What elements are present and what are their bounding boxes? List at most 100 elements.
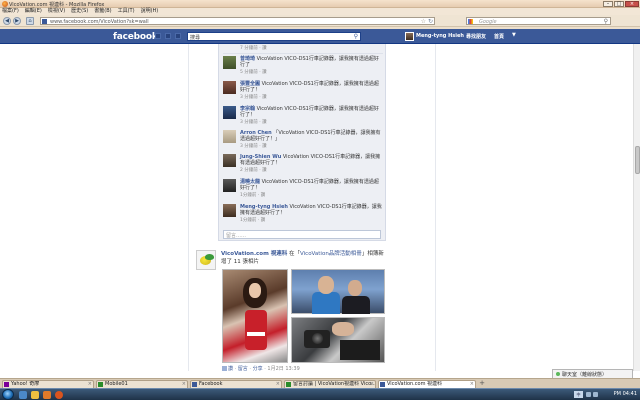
comment-meta: 7 分鐘前 · 讚 xyxy=(240,46,267,51)
tab-mobile01[interactable]: Mobile01 × xyxy=(96,380,188,388)
tab-close-icon[interactable]: × xyxy=(88,381,92,388)
chat-label: 聊天室（離線狀態） xyxy=(562,372,608,378)
new-tab-button[interactable]: + xyxy=(478,380,486,388)
comment-text: Arron Chen 「VicoVation VICO-DS1行車記錄器，讓我擁… xyxy=(240,130,381,142)
tab-label: VicoVation.com 視連科 xyxy=(387,381,443,387)
comment-text: 張豐全圓 VicoVation VICO-DS1行車記錄器，讓我擁有透過超好行了… xyxy=(240,81,379,93)
reload-icon[interactable]: ↻ xyxy=(428,18,433,25)
close-button[interactable]: × xyxy=(625,1,639,7)
account-menu-icon[interactable]: ▼ xyxy=(512,32,516,38)
photo-detail xyxy=(332,322,354,336)
commenter-avatar[interactable] xyxy=(223,204,236,217)
system-tray: 中 PM 04:41 xyxy=(572,389,640,400)
ie-icon[interactable] xyxy=(19,391,27,399)
mobile01-icon xyxy=(98,382,103,387)
avatar[interactable] xyxy=(405,32,414,41)
menu-bookmarks[interactable]: 書籤(B) xyxy=(94,8,111,15)
page-name-link[interactable]: VicoVation.com 視連科 xyxy=(221,251,287,257)
page-avatar[interactable] xyxy=(196,250,216,270)
taskbar: 中 PM 04:41 xyxy=(0,388,640,400)
chat-bar[interactable]: 聊天室（離線狀態） xyxy=(552,369,633,378)
commenter-avatar[interactable] xyxy=(223,130,236,143)
page-scrollbar[interactable] xyxy=(633,44,640,371)
menu-tools[interactable]: 工具(T) xyxy=(118,8,135,15)
home-button[interactable]: ⌂ xyxy=(26,17,34,25)
commenter-avatar[interactable] xyxy=(223,154,236,167)
notifications-icon[interactable] xyxy=(175,33,181,39)
comment-meta: 5 分鐘前 · 讚 xyxy=(240,70,267,75)
facebook-icon xyxy=(192,382,197,387)
post-timestamp[interactable]: 1月2日 13:39 xyxy=(267,366,299,372)
comment-link[interactable]: 留言 xyxy=(238,366,248,372)
tab-facebook[interactable]: Facebook × xyxy=(190,380,282,388)
photo-detail xyxy=(312,333,323,344)
comment-input[interactable]: 留言…… xyxy=(223,230,381,239)
photo-detail xyxy=(245,310,267,350)
profile-link[interactable]: Meng-tyng Hsieh xyxy=(416,33,464,39)
like-link[interactable]: 讚 xyxy=(228,366,233,372)
volume-icon[interactable] xyxy=(593,392,598,397)
comment-meta: 1分鐘前 · 讚 xyxy=(240,193,266,198)
home-link[interactable]: 首頁 xyxy=(494,33,504,40)
window-controls: – □ × xyxy=(603,1,639,7)
menu-file[interactable]: 檔案(F) xyxy=(2,8,19,15)
back-button[interactable]: ◀ xyxy=(3,17,11,25)
menu-edit[interactable]: 編輯(E) xyxy=(25,8,42,15)
network-icon[interactable] xyxy=(586,392,591,397)
search-icon[interactable]: ⚲ xyxy=(354,33,358,40)
comment-meta: 2 分鐘前 · 讚 xyxy=(240,168,267,173)
start-button[interactable] xyxy=(2,389,14,400)
comment-thread: 7 分鐘前 · 讚 曾琦琦 VicoVation VICO-DS1行車記錄器，讓… xyxy=(218,44,386,241)
tab-vicovation[interactable]: VicoVation.com 視連科 × xyxy=(378,380,476,388)
tab-mobile01-discussion[interactable]: 留言討論 | VicoVation視連科 Vico... × xyxy=(284,380,376,388)
share-link[interactable]: 分享 xyxy=(253,366,263,372)
minimize-button[interactable]: – xyxy=(603,1,613,7)
album-photo[interactable] xyxy=(291,269,385,314)
search-placeholder: Google xyxy=(479,19,497,25)
firefox-icon[interactable] xyxy=(55,391,63,399)
commenter-avatar[interactable] xyxy=(223,81,236,94)
media-player-icon[interactable] xyxy=(43,391,51,399)
bookmark-star-icon[interactable]: ☆ xyxy=(421,18,426,25)
album-link[interactable]: VicoVation品牌活動相冊 xyxy=(300,251,362,257)
window-titlebar[interactable]: VicoVation.com 視連科 - Mozilla Firefox – □… xyxy=(0,0,640,8)
album-photo[interactable] xyxy=(222,269,288,363)
tab-close-icon[interactable]: × xyxy=(470,381,474,388)
comment-meta: 3 分鐘前 · 讚 xyxy=(240,95,267,100)
post-header: VicoVation.com 視連科 在「VicoVation品牌活動相冊」相簿… xyxy=(221,250,386,266)
photo-detail xyxy=(312,292,340,314)
photo-detail xyxy=(340,340,380,360)
facebook-logo[interactable]: facebook xyxy=(113,32,158,42)
tab-close-icon[interactable]: × xyxy=(276,381,280,388)
address-bar[interactable]: www.facebook.com/VicoVation?sk=wall ☆ ↻ xyxy=(40,17,435,25)
column-divider xyxy=(435,44,436,371)
menu-history[interactable]: 歷史(S) xyxy=(71,8,88,15)
tab-close-icon[interactable]: × xyxy=(370,381,374,388)
post-action-text: 在「 xyxy=(288,251,300,257)
menu-view[interactable]: 檢視(V) xyxy=(48,8,65,15)
commenter-avatar[interactable] xyxy=(223,56,236,69)
friend-requests-icon[interactable] xyxy=(155,33,161,39)
clock[interactable]: PM 04:41 xyxy=(614,391,637,397)
menu-help[interactable]: 說明(H) xyxy=(141,8,159,15)
maximize-button[interactable]: □ xyxy=(614,1,624,7)
forward-button[interactable]: ▶ xyxy=(13,17,21,25)
search-icon[interactable]: ⚲ xyxy=(604,18,608,25)
album-photo[interactable] xyxy=(291,317,385,363)
window-title: VicoVation.com 視連科 - Mozilla Firefox xyxy=(9,2,105,8)
language-indicator[interactable]: 中 xyxy=(574,391,583,398)
commenter-avatar[interactable] xyxy=(223,179,236,192)
find-friends-link[interactable]: 尋找朋友 xyxy=(466,33,486,40)
commenter-avatar[interactable] xyxy=(223,106,236,119)
tab-yahoo[interactable]: Yahoo! 奇摩 × xyxy=(2,380,94,388)
search-engine-box[interactable]: Google ⚲ xyxy=(466,17,611,25)
facebook-search-input[interactable]: 搜尋 ⚲ xyxy=(187,32,361,41)
comment-text: Meng-tyng Hsieh VicoVation VICO-DS1行車記錄器… xyxy=(240,204,382,216)
tab-close-icon[interactable]: × xyxy=(182,381,186,388)
photo-detail xyxy=(348,280,362,296)
scrollbar-thumb[interactable] xyxy=(635,146,640,174)
messages-icon[interactable] xyxy=(165,33,171,39)
comment-text: Jung-Shien Wu VicoVation VICO-DS1行車記錄器，讓… xyxy=(240,154,381,166)
google-icon[interactable] xyxy=(468,19,473,24)
explorer-icon[interactable] xyxy=(31,391,39,399)
